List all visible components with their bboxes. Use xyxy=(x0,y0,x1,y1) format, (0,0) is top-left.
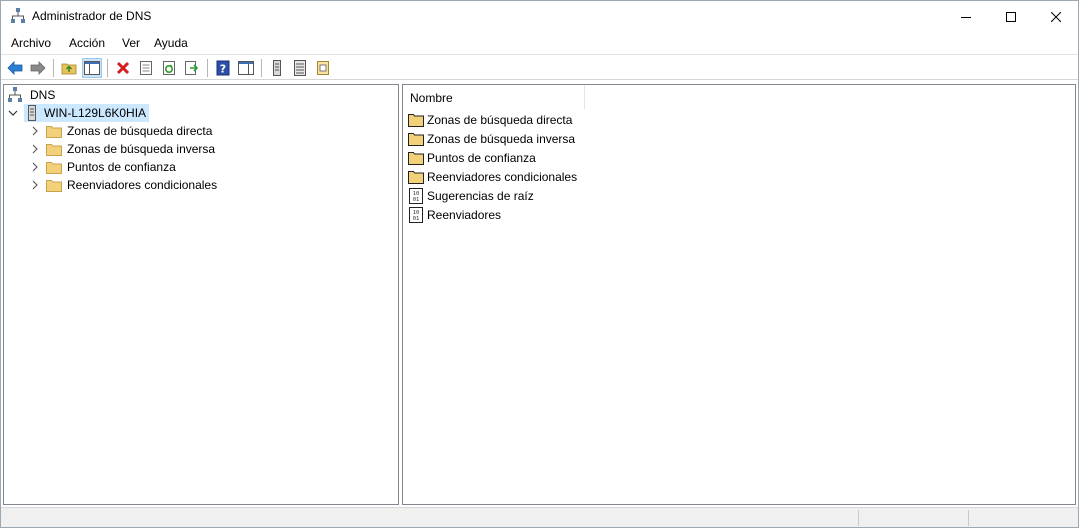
list-item[interactable]: 10 01 Reenviadores xyxy=(408,205,501,224)
show-hide-tree-icon[interactable] xyxy=(82,58,102,78)
server-name: WIN-L129L6K0HIA xyxy=(44,106,147,120)
list-item[interactable]: Puntos de confianza xyxy=(408,148,536,167)
menu-accion[interactable]: Acción xyxy=(69,36,105,50)
menu-bar: Archivo Acción Ver Ayuda xyxy=(1,32,1078,53)
back-icon[interactable] xyxy=(5,58,25,78)
folder-icon xyxy=(408,131,424,147)
zone-list-icon[interactable] xyxy=(290,58,310,78)
toolbar-separator xyxy=(53,59,54,77)
refresh-icon[interactable] xyxy=(159,58,179,78)
tree-item-label: Zonas de búsqueda inversa xyxy=(67,142,216,156)
tree-root-dns[interactable]: DNS xyxy=(8,86,55,104)
column-header-name[interactable]: Nombre xyxy=(403,85,585,109)
folder-icon xyxy=(46,179,62,192)
folder-icon xyxy=(46,143,62,156)
folder-icon xyxy=(46,125,62,138)
column-header-label: Nombre xyxy=(410,91,453,105)
menu-ver[interactable]: Ver xyxy=(122,36,140,50)
binary-file-icon: 10 01 xyxy=(408,206,424,223)
list-item-label: Puntos de confianza xyxy=(427,150,536,165)
list-item[interactable]: Zonas de búsqueda inversa xyxy=(408,129,575,148)
up-folder-icon[interactable] xyxy=(59,58,79,78)
title-bar: Administrador de DNS xyxy=(1,1,1078,32)
minimize-button[interactable] xyxy=(943,1,989,32)
tree-item-server[interactable]: WIN-L129L6K0HIA xyxy=(8,104,150,122)
close-button[interactable] xyxy=(1033,1,1079,32)
folder-icon xyxy=(408,150,424,166)
properties-icon[interactable] xyxy=(136,58,156,78)
list-item-label: Sugerencias de raíz xyxy=(427,188,534,203)
status-segment xyxy=(968,510,1078,526)
list-item[interactable]: Reenviadores condicionales xyxy=(408,167,577,186)
folder-icon xyxy=(46,161,62,174)
list-item-label: Reenviadores condicionales xyxy=(427,169,578,184)
tree-item-label: Zonas de búsqueda directa xyxy=(67,124,213,138)
svg-text:01: 01 xyxy=(413,197,420,203)
svg-text:01: 01 xyxy=(413,216,420,222)
chevron-down-icon[interactable] xyxy=(8,108,24,118)
maximize-button[interactable] xyxy=(988,1,1034,32)
status-segment xyxy=(858,510,968,526)
window-title: Administrador de DNS xyxy=(32,9,152,23)
svg-text:?: ? xyxy=(220,63,226,76)
list-item-label: Reenviadores xyxy=(427,207,502,222)
list-item[interactable]: Zonas de búsqueda directa xyxy=(408,110,572,129)
console-tree-pane[interactable]: DNS WIN-L129L6K0HIA Zonas de búsqueda di… xyxy=(3,84,399,505)
binary-file-icon: 10 01 xyxy=(408,187,424,204)
folder-icon xyxy=(408,169,424,185)
toolbar-separator xyxy=(261,59,262,77)
dns-root-icon xyxy=(8,87,24,103)
chevron-right-icon[interactable] xyxy=(30,162,46,172)
tree-item-trust-points[interactable]: Puntos de confianza xyxy=(30,158,176,176)
selected-server: WIN-L129L6K0HIA xyxy=(24,104,150,122)
toolbar: ? xyxy=(1,54,1078,80)
tree-root-label: DNS xyxy=(30,88,56,102)
help-icon[interactable]: ? xyxy=(213,58,233,78)
chevron-right-icon[interactable] xyxy=(30,180,46,190)
tree-item-label: Reenviadores condicionales xyxy=(67,178,218,192)
server-icon xyxy=(27,105,39,121)
dns-manager-window: Administrador de DNS Archivo Acción Ver … xyxy=(0,0,1079,528)
folder-icon xyxy=(408,112,424,128)
list-item-label: Zonas de búsqueda directa xyxy=(427,112,573,127)
results-list-pane[interactable]: Nombre Zonas de búsqueda directa Zonas d… xyxy=(402,84,1076,505)
list-item-label: Zonas de búsqueda inversa xyxy=(427,131,576,146)
toolbar-separator xyxy=(107,59,108,77)
toolbar-separator xyxy=(207,59,208,77)
delete-icon[interactable] xyxy=(113,58,133,78)
menu-archivo[interactable]: Archivo xyxy=(11,36,51,50)
server-icon[interactable] xyxy=(267,58,287,78)
menu-ayuda[interactable]: Ayuda xyxy=(154,36,188,50)
list-item[interactable]: 10 01 Sugerencias de raíz xyxy=(408,186,534,205)
tree-item-label: Puntos de confianza xyxy=(67,160,176,174)
tree-item-reverse-zones[interactable]: Zonas de búsqueda inversa xyxy=(30,140,215,158)
chevron-right-icon[interactable] xyxy=(30,144,46,154)
action-pane-icon[interactable] xyxy=(236,58,256,78)
status-bar xyxy=(1,507,1078,527)
tree-item-conditional-forwarders[interactable]: Reenviadores condicionales xyxy=(30,176,217,194)
export-list-icon[interactable] xyxy=(182,58,202,78)
dns-app-icon xyxy=(11,8,25,24)
new-zone-icon[interactable] xyxy=(313,58,333,78)
forward-icon[interactable] xyxy=(28,58,48,78)
tree-item-forward-zones[interactable]: Zonas de búsqueda directa xyxy=(30,122,212,140)
chevron-right-icon[interactable] xyxy=(30,126,46,136)
